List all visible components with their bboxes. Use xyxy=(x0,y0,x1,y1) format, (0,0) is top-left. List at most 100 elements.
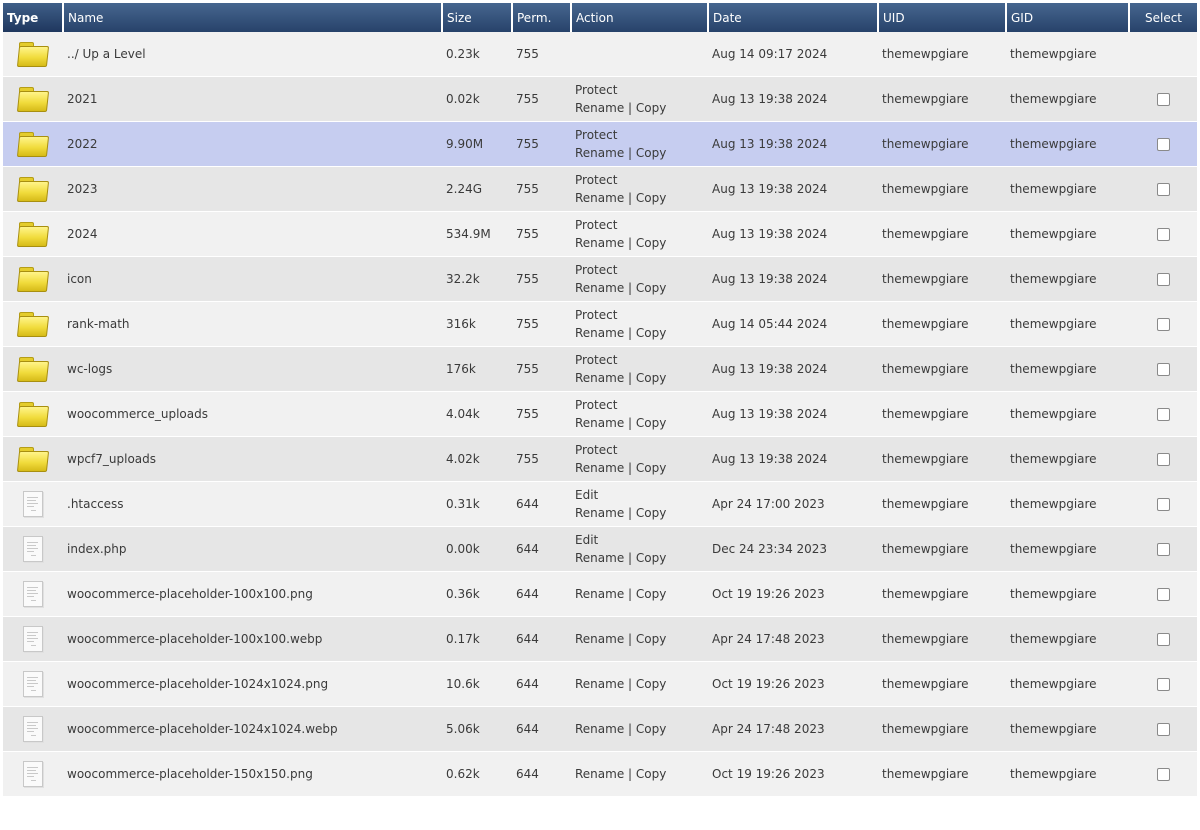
column-header-type[interactable]: Type xyxy=(3,3,63,32)
folder-icon[interactable] xyxy=(16,131,50,157)
file-name-link[interactable]: icon xyxy=(63,256,442,302)
select-checkbox[interactable] xyxy=(1156,93,1170,106)
select-checkbox[interactable] xyxy=(1156,273,1170,286)
folder-icon[interactable] xyxy=(16,356,50,382)
table-row[interactable]: woocommerce-placeholder-100x100.webp 0.17… xyxy=(3,616,1197,662)
file-name-link[interactable]: woocommerce_uploads xyxy=(63,391,442,437)
rename-link[interactable]: Rename xyxy=(575,191,624,205)
select-checkbox[interactable] xyxy=(1156,408,1170,421)
column-header-size[interactable]: Size xyxy=(441,3,512,32)
table-row[interactable]: 2022 9.90M 755 Protect Rename | Copy Aug 13 1… xyxy=(3,121,1197,167)
select-checkbox[interactable] xyxy=(1156,768,1170,781)
edit-link[interactable]: Edit xyxy=(575,486,708,504)
edit-link[interactable]: Edit xyxy=(575,531,708,549)
select-checkbox[interactable] xyxy=(1156,633,1170,646)
rename-link[interactable]: Rename xyxy=(575,551,624,565)
table-row[interactable]: rank-math 316k 755 Protect Rename | Copy Aug … xyxy=(3,301,1197,347)
folder-icon[interactable] xyxy=(16,266,50,292)
table-row[interactable]: wc-logs 176k 755 Protect Rename | Copy Aug 13… xyxy=(3,346,1197,392)
rename-link[interactable]: Rename xyxy=(575,506,624,520)
copy-link[interactable]: Copy xyxy=(636,632,666,646)
protect-link[interactable]: Protect xyxy=(575,441,708,459)
protect-link[interactable]: Protect xyxy=(575,81,708,99)
folder-icon[interactable] xyxy=(16,446,50,472)
protect-link[interactable]: Protect xyxy=(575,396,708,414)
column-header-gid[interactable]: GID xyxy=(1005,3,1129,32)
select-checkbox[interactable] xyxy=(1156,183,1170,196)
rename-link[interactable]: Rename xyxy=(575,146,624,160)
copy-link[interactable]: Copy xyxy=(636,371,666,385)
rename-link[interactable]: Rename xyxy=(575,371,624,385)
file-name-link[interactable]: ../ Up a Level xyxy=(63,32,442,77)
permission-link[interactable]: 755 xyxy=(512,32,571,77)
file-name-link[interactable]: woocommerce-placeholder-100x100.webp xyxy=(63,616,442,662)
permission-link[interactable]: 755 xyxy=(512,436,571,482)
permission-link[interactable]: 644 xyxy=(512,571,571,617)
file-name-link[interactable]: wpcf7_uploads xyxy=(63,436,442,482)
file-icon[interactable] xyxy=(23,536,43,562)
protect-link[interactable]: Protect xyxy=(575,261,708,279)
column-header-name[interactable]: Name xyxy=(62,3,442,32)
file-icon[interactable] xyxy=(23,626,43,652)
select-checkbox[interactable] xyxy=(1156,678,1170,691)
select-checkbox[interactable] xyxy=(1156,498,1170,511)
table-row[interactable]: 2023 2.24G 755 Protect Rename | Copy Aug 13 1… xyxy=(3,166,1197,212)
table-row[interactable]: 2021 0.02k 755 Protect Rename | Copy Aug 13 1… xyxy=(3,76,1197,122)
rename-link[interactable]: Rename xyxy=(575,461,624,475)
column-header-select[interactable]: Select xyxy=(1128,3,1197,32)
column-header-date[interactable]: Date xyxy=(707,3,878,32)
permission-link[interactable]: 644 xyxy=(512,751,571,797)
copy-link[interactable]: Copy xyxy=(636,146,666,160)
copy-link[interactable]: Copy xyxy=(636,281,666,295)
copy-link[interactable]: Copy xyxy=(636,236,666,250)
select-checkbox[interactable] xyxy=(1156,228,1170,241)
rename-link[interactable]: Rename xyxy=(575,416,624,430)
permission-link[interactable]: 644 xyxy=(512,661,571,707)
file-icon[interactable] xyxy=(23,671,43,697)
protect-link[interactable]: Protect xyxy=(575,351,708,369)
permission-link[interactable]: 755 xyxy=(512,211,571,257)
rename-link[interactable]: Rename xyxy=(575,677,624,691)
table-row[interactable]: woocommerce_uploads 4.04k 755 Protect Rename… xyxy=(3,391,1197,437)
table-row[interactable]: woocommerce-placeholder-100x100.png 0.36k… xyxy=(3,571,1197,617)
permission-link[interactable]: 755 xyxy=(512,121,571,167)
table-row[interactable]: woocommerce-placeholder-1024x1024.png 10.… xyxy=(3,661,1197,707)
permission-link[interactable]: 755 xyxy=(512,76,571,122)
permission-link[interactable]: 755 xyxy=(512,256,571,302)
file-name-link[interactable]: woocommerce-placeholder-1024x1024.png xyxy=(63,661,442,707)
select-checkbox[interactable] xyxy=(1156,723,1170,736)
rename-link[interactable]: Rename xyxy=(575,101,624,115)
copy-link[interactable]: Copy xyxy=(636,101,666,115)
file-icon[interactable] xyxy=(23,716,43,742)
folder-icon[interactable] xyxy=(16,311,50,337)
file-name-link[interactable]: index.php xyxy=(63,526,442,572)
protect-link[interactable]: Protect xyxy=(575,171,708,189)
copy-link[interactable]: Copy xyxy=(636,587,666,601)
permission-link[interactable]: 644 xyxy=(512,526,571,572)
table-row[interactable]: woocommerce-placeholder-150x150.png 0.62k… xyxy=(3,751,1197,797)
select-checkbox[interactable] xyxy=(1156,138,1170,151)
copy-link[interactable]: Copy xyxy=(636,722,666,736)
table-row[interactable]: wpcf7_uploads 4.02k 755 Protect Rename | Cop… xyxy=(3,436,1197,482)
file-icon[interactable] xyxy=(23,491,43,517)
table-row[interactable]: index.php 0.00k 644 Edit Rename | Copy Dec 24… xyxy=(3,526,1197,572)
file-icon[interactable] xyxy=(23,581,43,607)
permission-link[interactable]: 755 xyxy=(512,346,571,392)
copy-link[interactable]: Copy xyxy=(636,551,666,565)
table-row[interactable]: 2024 534.9M 755 Protect Rename | Copy Aug 13 … xyxy=(3,211,1197,257)
permission-link[interactable]: 644 xyxy=(512,706,571,752)
file-name-link[interactable]: 2022 xyxy=(63,121,442,167)
protect-link[interactable]: Protect xyxy=(575,126,708,144)
copy-link[interactable]: Copy xyxy=(636,461,666,475)
file-name-link[interactable]: 2021 xyxy=(63,76,442,122)
rename-link[interactable]: Rename xyxy=(575,632,624,646)
rename-link[interactable]: Rename xyxy=(575,281,624,295)
select-checkbox[interactable] xyxy=(1156,363,1170,376)
file-name-link[interactable]: woocommerce-placeholder-1024x1024.webp xyxy=(63,706,442,752)
file-icon[interactable] xyxy=(23,761,43,787)
permission-link[interactable]: 755 xyxy=(512,301,571,347)
rename-link[interactable]: Rename xyxy=(575,326,624,340)
copy-link[interactable]: Copy xyxy=(636,326,666,340)
file-name-link[interactable]: 2024 xyxy=(63,211,442,257)
file-name-link[interactable]: woocommerce-placeholder-150x150.png xyxy=(63,751,442,797)
